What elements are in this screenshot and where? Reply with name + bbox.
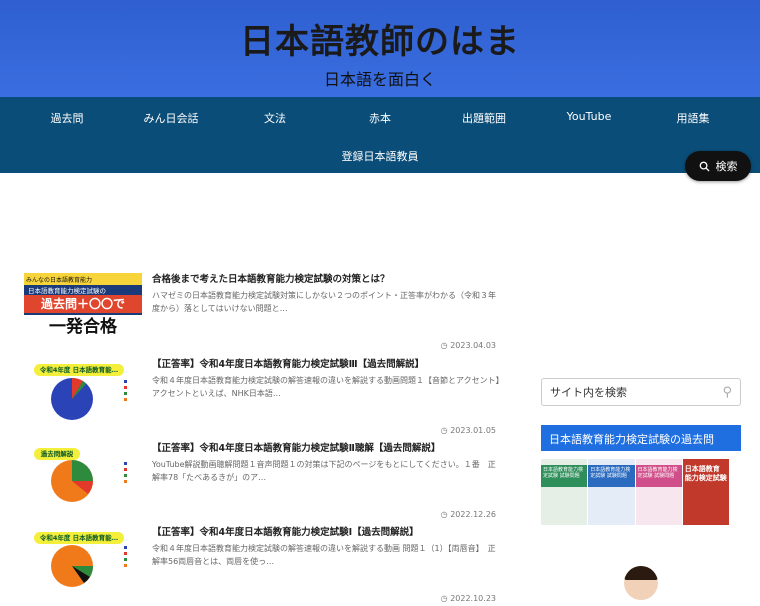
- pie-chart-thumb: [51, 377, 127, 420]
- post-card[interactable]: 令和4年度 日本語教育能… 【正答率】令和4年度日本語教育能力検定試験Ⅰ【過去問…: [24, 526, 502, 606]
- global-nav: 過去問 みん日会話 文法 赤本 出題範囲 YouTube 用語集 登録日本語教員: [0, 97, 760, 173]
- nav-item-registered-teacher[interactable]: 登録日本語教員: [330, 148, 430, 164]
- site-tagline: 日本語を面白く: [323, 70, 436, 89]
- search-button[interactable]: 検索: [685, 151, 751, 181]
- post-date: ◷ 2022.12.26: [440, 510, 496, 519]
- post-excerpt: 令和４年度日本語教育能力検定試験の解答速報の違いを解説する動画 問題１（1）【両…: [152, 544, 496, 566]
- nav-item-scope[interactable]: 出題範囲: [434, 110, 534, 126]
- post-card[interactable]: みんなの日本語教育能力 日本語教育能力検定試験の 過去問＋〇〇で 一発合格 合格…: [24, 273, 502, 353]
- thumb-line1: 日本語教育能力検定試験の: [28, 287, 106, 295]
- nav-item-grammar[interactable]: 文法: [225, 110, 325, 126]
- site-title[interactable]: 日本語教師のはま: [0, 14, 760, 63]
- post-title[interactable]: 【正答率】令和4年度日本語教育能力検定試験Ⅱ聴解【過去問解説】: [152, 442, 502, 456]
- clock-icon: ◷: [440, 426, 451, 435]
- nav-item-kakomon[interactable]: 過去問: [17, 110, 117, 126]
- book-cover[interactable]: 日本語教育能力検定試験 試験問題: [635, 459, 682, 525]
- book-covers[interactable]: 日本語教育能力検定試験 試験問題 日本語教育能力検定試験 試験問題 日本語教育能…: [541, 459, 729, 525]
- search-button-label: 検索: [715, 160, 738, 173]
- search-icon: [699, 161, 710, 172]
- book-cover-label: 日本語教育能力検定試験 試験問題: [590, 467, 631, 479]
- post-excerpt: 令和４年度日本語教育能力検定試験の解答速報の違いを解説する動画問題１【音節とアク…: [152, 376, 500, 398]
- book-cover-label: 日本語教育能力検定試験 試験問題: [637, 467, 678, 479]
- post-title[interactable]: 合格後まで考えた日本語教育能力検定試験の対策とは？: [152, 273, 502, 287]
- book-cover[interactable]: 日本語教育 能力検定試験: [682, 459, 729, 525]
- book-cover[interactable]: 日本語教育能力検定試験 試験問題: [541, 459, 588, 525]
- pie-chart-thumb: [51, 460, 127, 502]
- thumb-line3: 一発合格: [24, 315, 142, 339]
- post-excerpt: YouTube解説動画聴解問題１音声問題１の対策は下記のページをもとにしてくださ…: [152, 460, 496, 482]
- post-date: ◷ 2023.01.05: [440, 426, 496, 435]
- book-cover[interactable]: 日本語教育能力検定試験 試験問題: [588, 459, 635, 525]
- post-card[interactable]: 令和4年度 日本語教育能… 【正答率】令和4年度日本語教育能力検定試験Ⅲ【過去問…: [24, 358, 502, 438]
- post-excerpt: ハマゼミの日本語教育能力検定試験対策にしかない２つのポイント・正答率がわかる（令…: [152, 291, 496, 313]
- nav-item-youtube[interactable]: YouTube: [539, 110, 639, 123]
- book-cover-label: 日本語教育 能力検定試験: [684, 465, 727, 482]
- nav-item-akahon[interactable]: 赤本: [330, 110, 430, 126]
- avatar: [624, 566, 658, 600]
- book-cover-label: 日本語教育能力検定試験 試験問題: [543, 467, 584, 479]
- post-title[interactable]: 【正答率】令和4年度日本語教育能力検定試験Ⅲ【過去問解説】: [152, 358, 502, 372]
- search-icon[interactable]: ⚲: [722, 385, 732, 400]
- thumb-line2: 過去問＋〇〇で: [24, 295, 142, 313]
- post-thumbnail[interactable]: 過去問解説: [24, 442, 142, 508]
- widget-title: 日本語教育能力検定試験の過去問: [541, 425, 741, 451]
- clock-icon: ◷: [440, 594, 451, 603]
- thumb-top-text: みんなの日本語教育能力: [24, 273, 142, 285]
- nav-item-glossary[interactable]: 用語集: [643, 110, 743, 126]
- clock-icon: ◷: [440, 341, 451, 350]
- sidebar-search-placeholder: サイト内を検索: [550, 386, 627, 399]
- post-card[interactable]: 過去問解説 【正答率】令和4年度日本語教育能力検定試験Ⅱ聴解【過去問解説】 Yo…: [24, 442, 502, 522]
- post-date: ◷ 2023.04.03: [440, 341, 496, 350]
- sidebar-search-input[interactable]: サイト内を検索 ⚲: [541, 378, 741, 406]
- nav-item-minnichi[interactable]: みん日会話: [121, 110, 221, 126]
- post-thumbnail[interactable]: 令和4年度 日本語教育能…: [24, 358, 142, 424]
- post-date: ◷ 2022.10.23: [440, 594, 496, 603]
- site-header: 日本語教師のはま 日本語を面白く: [0, 0, 760, 97]
- pie-chart-thumb: [51, 545, 127, 587]
- clock-icon: ◷: [440, 510, 451, 519]
- post-thumbnail[interactable]: みんなの日本語教育能力 日本語教育能力検定試験の 過去問＋〇〇で 一発合格: [24, 273, 142, 339]
- post-thumbnail[interactable]: 令和4年度 日本語教育能…: [24, 526, 142, 592]
- post-title[interactable]: 【正答率】令和4年度日本語教育能力検定試験Ⅰ【過去問解説】: [152, 526, 502, 540]
